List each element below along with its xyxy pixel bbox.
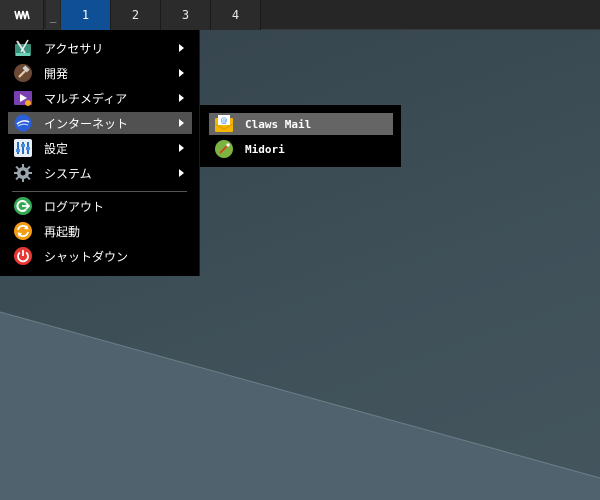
mail-icon: @ — [213, 113, 235, 135]
menu-item-label: ログアウト — [44, 199, 105, 214]
browser-icon — [213, 138, 235, 160]
application-menu: アクセサリ 開発 マルチメディア インターネット 設定 システム ログアウト 再… — [0, 30, 200, 276]
menu-item-shutdown[interactable]: シャットダウン — [8, 245, 192, 267]
menu-separator — [12, 191, 187, 192]
menu-item-logout[interactable]: ログアウト — [8, 195, 192, 217]
menu-item-settings[interactable]: 設定 — [8, 137, 192, 159]
menu-item-label: 再起動 — [44, 224, 81, 239]
submenu-arrow-icon — [179, 94, 184, 102]
menu-item-label: 設定 — [44, 141, 69, 156]
multimedia-icon — [12, 87, 34, 109]
submenu-arrow-icon — [179, 69, 184, 77]
submenu-item-label: Midori — [245, 142, 285, 156]
system-gear-icon — [12, 162, 34, 184]
menu-item-system[interactable]: システム — [8, 162, 192, 184]
submenu-arrow-icon — [179, 44, 184, 52]
development-icon — [12, 62, 34, 84]
menu-item-label: シャットダウン — [44, 249, 129, 264]
accessories-icon — [12, 37, 34, 59]
submenu-item-midori[interactable]: Midori — [209, 138, 393, 160]
menu-launcher-button[interactable] — [0, 0, 44, 30]
menu-item-internet[interactable]: インターネット — [8, 112, 192, 134]
internet-icon — [12, 112, 34, 134]
menu-item-accessories[interactable]: アクセサリ — [8, 37, 192, 59]
submenu-arrow-icon — [179, 144, 184, 152]
settings-icon — [12, 137, 34, 159]
submenu-arrow-icon — [179, 169, 184, 177]
svg-text:@: @ — [221, 117, 228, 125]
menu-item-multimedia[interactable]: マルチメディア — [8, 87, 192, 109]
menu-launcher-icon — [13, 10, 30, 20]
menu-item-label: 開発 — [44, 66, 69, 81]
menu-item-development[interactable]: 開発 — [8, 62, 192, 84]
workspace-3-button[interactable]: 3 — [161, 0, 211, 30]
menu-item-label: マルチメディア — [44, 91, 128, 106]
menu-item-label: システム — [44, 166, 92, 181]
internet-submenu: @ Claws Mail Midori — [200, 105, 401, 167]
menu-item-label: インターネット — [44, 116, 129, 131]
submenu-item-label: Claws Mail — [245, 117, 312, 131]
menu-item-label: アクセサリ — [44, 41, 104, 56]
show-desktop-button[interactable]: _ — [46, 0, 60, 30]
submenu-item-claws-mail[interactable]: @ Claws Mail — [209, 113, 393, 135]
workspace-4-button[interactable]: 4 — [211, 0, 261, 30]
logout-icon — [12, 195, 34, 217]
top-panel: _ 1 2 3 4 — [0, 0, 600, 30]
workspace-1-button[interactable]: 1 — [61, 0, 111, 30]
workspace-2-button[interactable]: 2 — [111, 0, 161, 30]
menu-item-reboot[interactable]: 再起動 — [8, 220, 192, 242]
submenu-arrow-icon — [179, 119, 184, 127]
reboot-icon — [12, 220, 34, 242]
shutdown-icon — [12, 245, 34, 267]
